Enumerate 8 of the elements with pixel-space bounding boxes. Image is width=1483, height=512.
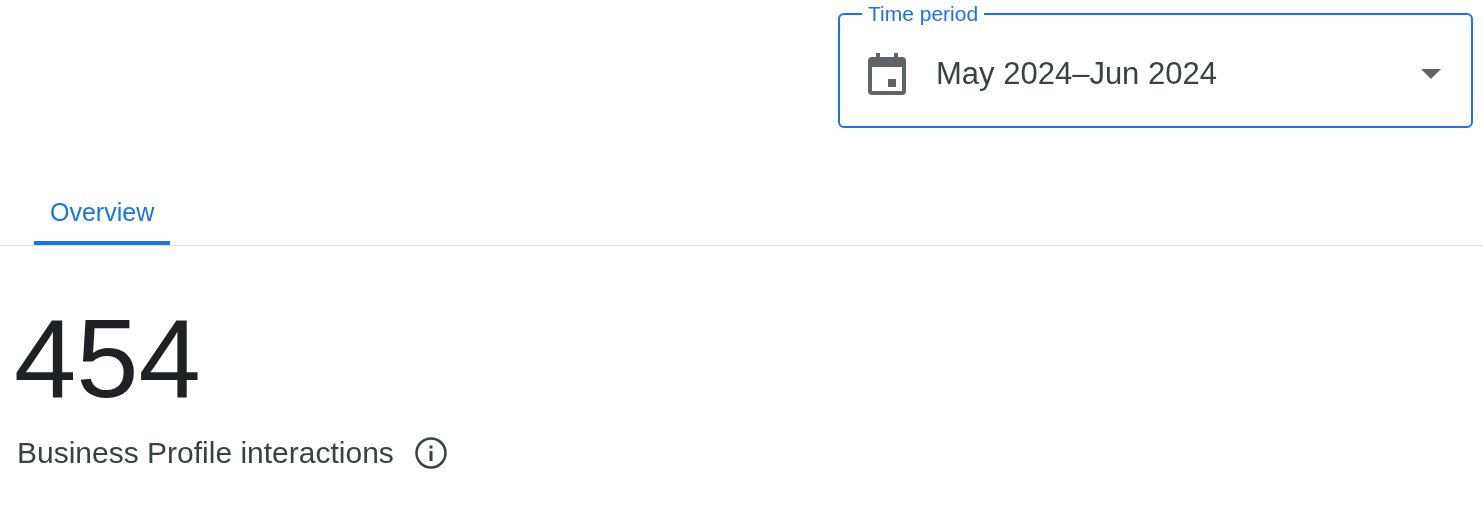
- info-icon[interactable]: [413, 436, 448, 470]
- caret-icon: [1421, 69, 1441, 79]
- field-label: Time period: [867, 2, 980, 26]
- selected-value: May 2024–Jun 2024: [936, 56, 1218, 92]
- tab[interactable]: Overview: [34, 198, 171, 245]
- calendar-icon: [868, 53, 906, 95]
- metric-label: Business Profile interactions: [17, 436, 394, 470]
- metric-value: 454: [14, 304, 202, 414]
